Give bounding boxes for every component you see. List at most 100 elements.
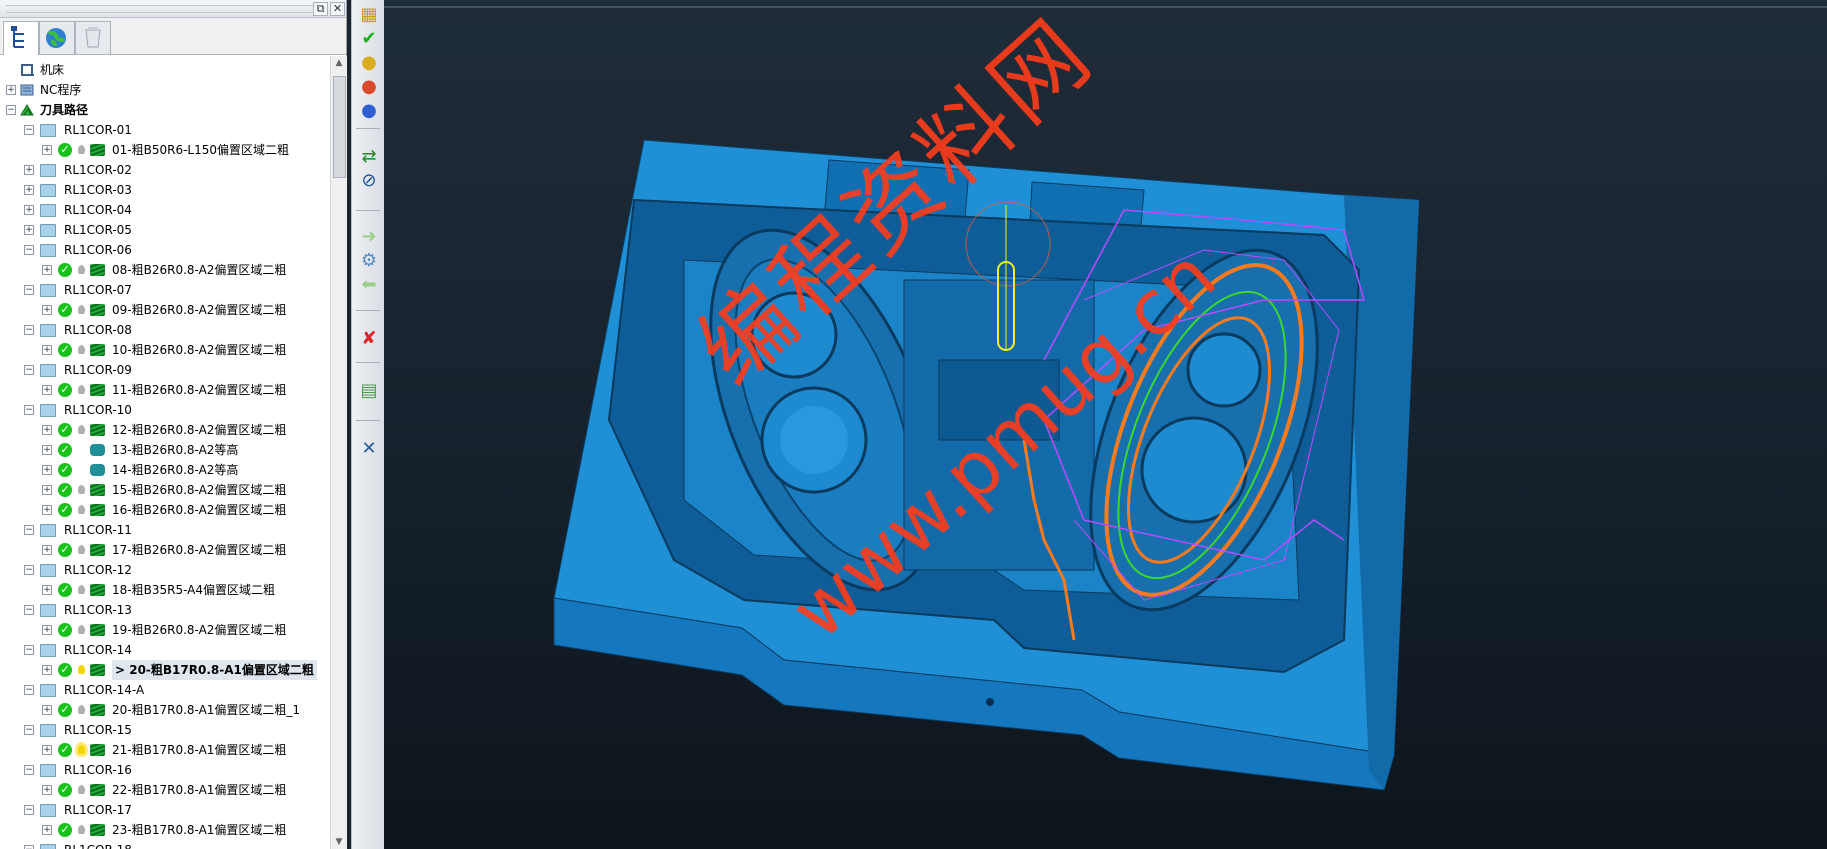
simulation-icon[interactable]: ⇄	[358, 146, 380, 168]
settings-gear-icon[interactable]: ⚙	[358, 250, 380, 272]
expand-icon[interactable]: +	[42, 825, 52, 835]
lightbulb-icon[interactable]	[78, 385, 85, 394]
expand-icon[interactable]: +	[42, 625, 52, 635]
folder-item[interactable]: − RL1COR-14-A	[0, 680, 330, 700]
collapse-icon[interactable]: −	[24, 685, 34, 695]
expand-icon[interactable]: +	[42, 585, 52, 595]
blue-shade-icon[interactable]: ●	[358, 100, 380, 122]
collapse-icon[interactable]: −	[24, 605, 34, 615]
collapse-icon[interactable]: −	[24, 845, 34, 849]
collapse-icon[interactable]: −	[24, 365, 34, 375]
toolpath-item[interactable]: + ✓ 15-粗B26R0.8-A2偏置区域二粗	[0, 480, 330, 500]
collapse-icon[interactable]: −	[24, 125, 34, 135]
expand-icon[interactable]: +	[42, 305, 52, 315]
expand-icon[interactable]: +	[42, 745, 52, 755]
expand-icon[interactable]: +	[42, 145, 52, 155]
tab-globe[interactable]	[39, 21, 75, 54]
shaded-sphere-icon[interactable]: ●	[358, 52, 380, 74]
expand-icon[interactable]: +	[24, 165, 34, 175]
toolpath-item[interactable]: + ✓ 17-粗B26R0.8-A2偏置区域二粗	[0, 540, 330, 560]
expand-icon[interactable]: +	[42, 445, 52, 455]
folder-item[interactable]: − RL1COR-11	[0, 520, 330, 540]
collapse-icon[interactable]: −	[24, 285, 34, 295]
expand-icon[interactable]: +	[42, 425, 52, 435]
back-arrow-icon[interactable]: ⬅	[358, 274, 380, 296]
folder-item[interactable]: + RL1COR-02	[0, 160, 330, 180]
expand-icon[interactable]: +	[42, 505, 52, 515]
folder-item[interactable]: − RL1COR-06	[0, 240, 330, 260]
collapse-icon[interactable]: −	[24, 405, 34, 415]
toolpath-item[interactable]: + ✓ > 20-粗B17R0.8-A1偏置区域二粗	[0, 660, 330, 680]
expand-icon[interactable]: +	[42, 485, 52, 495]
toolpath-item[interactable]: + ✓ 22-粗B17R0.8-A1偏置区域二粗	[0, 780, 330, 800]
rainbow-shade-icon[interactable]: ●	[358, 76, 380, 98]
expand-icon[interactable]: +	[42, 665, 52, 675]
lightbulb-icon[interactable]	[78, 345, 85, 354]
folder-item[interactable]: − RL1COR-13	[0, 600, 330, 620]
folder-item[interactable]: − RL1COR-08	[0, 320, 330, 340]
expand-icon[interactable]: +	[6, 85, 16, 95]
graphics-viewport[interactable]: 编程资料网 www.pmug.cn	[384, 0, 1827, 849]
collapse-icon[interactable]: −	[24, 565, 34, 575]
toolpath-item[interactable]: + ✓ 16-粗B26R0.8-A2偏置区域二粗	[0, 500, 330, 520]
folder-item[interactable]: + RL1COR-03	[0, 180, 330, 200]
toolpath-item[interactable]: + ✓ 14-粗B26R0.8-A2等高	[0, 460, 330, 480]
folder-item[interactable]: − RL1COR-10	[0, 400, 330, 420]
lightbulb-icon[interactable]	[78, 145, 85, 154]
toolpath-item[interactable]: + ✓ 20-粗B17R0.8-A1偏置区域二粗_1	[0, 700, 330, 720]
expand-icon[interactable]: +	[42, 705, 52, 715]
lightbulb-icon[interactable]	[78, 265, 85, 274]
scroll-down-icon[interactable]: ▼	[334, 837, 344, 847]
folder-item[interactable]: − RL1COR-18	[0, 840, 330, 849]
toolpath-item[interactable]: + ✓ 12-粗B26R0.8-A2偏置区域二粗	[0, 420, 330, 440]
toolpath-item[interactable]: + ✓ 10-粗B26R0.8-A2偏置区域二粗	[0, 340, 330, 360]
tree-root-item[interactable]: − 刀具路径	[0, 100, 330, 120]
tree-scrollbar[interactable]: ▲ ▼	[330, 56, 347, 849]
expand-icon[interactable]: +	[24, 185, 34, 195]
collapse-icon[interactable]: −	[24, 725, 34, 735]
toolpath-item[interactable]: + ✓ 23-粗B17R0.8-A1偏置区域二粗	[0, 820, 330, 840]
expand-icon[interactable]: +	[24, 225, 34, 235]
close-window-icon[interactable]: ✕	[330, 2, 345, 16]
lightbulb-icon[interactable]	[78, 505, 85, 514]
tree-root-item[interactable]: + NC程序	[0, 80, 330, 100]
toolpath-item[interactable]: + ✓ 21-粗B17R0.8-A1偏置区域二粗	[0, 740, 330, 760]
scrollbar-thumb[interactable]	[333, 76, 346, 178]
collapse-icon[interactable]: −	[24, 245, 34, 255]
edit-tool-icon[interactable]: ⊘	[358, 170, 380, 192]
toolpath-item[interactable]: + ✓ 13-粗B26R0.8-A2等高	[0, 440, 330, 460]
collapse-icon[interactable]: −	[24, 645, 34, 655]
folder-item[interactable]: − RL1COR-16	[0, 760, 330, 780]
folder-item[interactable]: − RL1COR-09	[0, 360, 330, 380]
scroll-up-icon[interactable]: ▲	[334, 58, 344, 68]
lightbulb-icon[interactable]	[78, 625, 85, 634]
lightbulb-icon[interactable]	[78, 585, 85, 594]
collapse-icon[interactable]: −	[24, 525, 34, 535]
toolpath-item[interactable]: + ✓ 19-粗B26R0.8-A2偏置区域二粗	[0, 620, 330, 640]
toolpath-item[interactable]: + ✓ 18-粗B35R5-A4偏置区域二粗	[0, 580, 330, 600]
collapse-icon[interactable]: −	[6, 105, 16, 115]
verify-check-icon[interactable]: ✔	[358, 28, 380, 50]
folder-item[interactable]: + RL1COR-04	[0, 200, 330, 220]
titlebar-grip[interactable]	[6, 5, 316, 13]
lightbulb-icon[interactable]	[78, 745, 85, 754]
tab-recycle-bin[interactable]	[75, 21, 111, 54]
toolpath-item[interactable]: + ✓ 01-粗B50R6-L150偏置区域二粗	[0, 140, 330, 160]
lightbulb-icon[interactable]	[78, 825, 85, 834]
tree-root-item[interactable]: 机床	[0, 60, 330, 80]
toolpath-item[interactable]: + ✓ 08-粗B26R0.8-A2偏置区域二粗	[0, 260, 330, 280]
close-small-icon[interactable]: ✕	[358, 438, 380, 460]
delete-icon[interactable]: ✘	[358, 328, 380, 350]
forward-arrow-icon[interactable]: ➜	[358, 226, 380, 248]
lightbulb-icon[interactable]	[78, 425, 85, 434]
folder-item[interactable]: − RL1COR-17	[0, 800, 330, 820]
expand-icon[interactable]: +	[42, 265, 52, 275]
expand-icon[interactable]: +	[24, 205, 34, 215]
collapse-icon[interactable]: −	[24, 765, 34, 775]
grid-icon[interactable]: ▤	[358, 380, 380, 402]
folder-item[interactable]: − RL1COR-15	[0, 720, 330, 740]
toolpath-item[interactable]: + ✓ 11-粗B26R0.8-A2偏置区域二粗	[0, 380, 330, 400]
lightbulb-icon[interactable]	[78, 485, 85, 494]
expand-icon[interactable]: +	[42, 345, 52, 355]
lightbulb-icon[interactable]	[78, 705, 85, 714]
